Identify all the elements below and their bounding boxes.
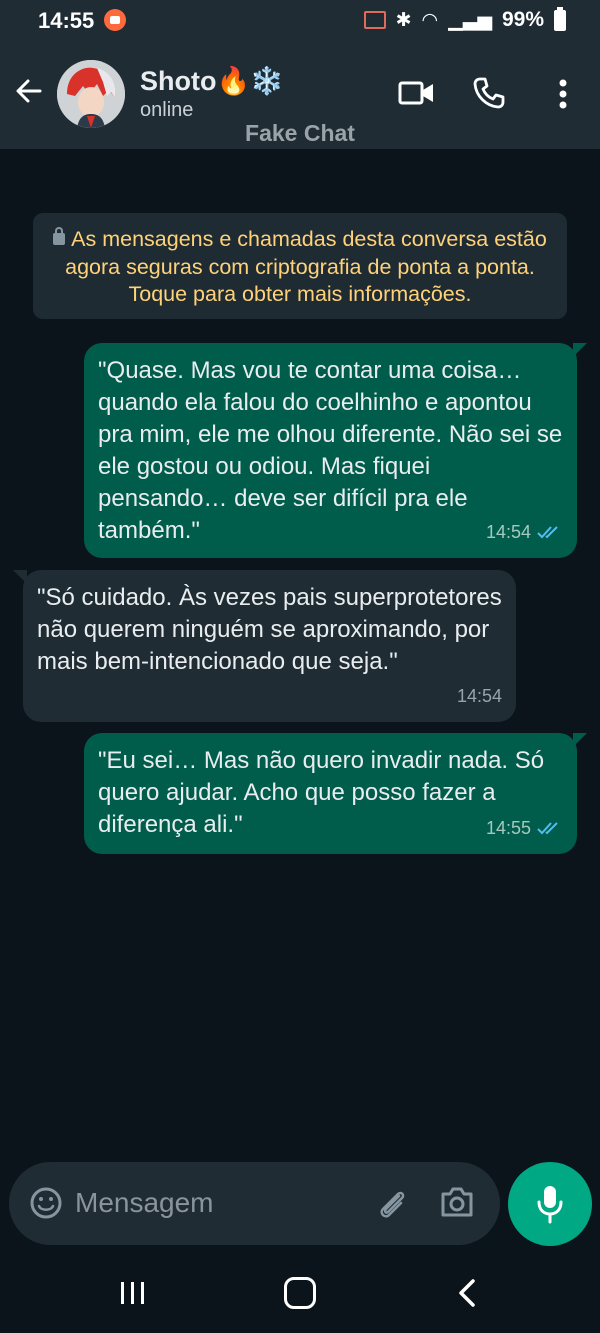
emoji-icon[interactable] xyxy=(29,1186,63,1220)
attach-icon[interactable] xyxy=(375,1186,409,1220)
status-bar: 14:55 ✱ ◠ ▁▃▅ 99% xyxy=(0,0,600,44)
message-meta: 14:54 xyxy=(486,516,563,548)
home-icon[interactable] xyxy=(284,1277,316,1309)
message-bubble-incoming[interactable]: "Só cuidado. Às vezes pais superprotetor… xyxy=(13,570,516,722)
encryption-notice-text: As mensagens e chamadas desta conversa e… xyxy=(65,227,547,306)
message-time: 14:55 xyxy=(485,818,531,838)
more-options-icon[interactable] xyxy=(556,78,570,110)
bluetooth-icon: ✱ xyxy=(395,9,412,31)
message-time: 14:54 xyxy=(456,686,502,706)
cast-icon xyxy=(363,11,386,29)
battery-percent: 99% xyxy=(501,8,544,31)
message-composer xyxy=(9,1162,500,1245)
back-arrow-icon[interactable] xyxy=(14,76,44,106)
wifi-icon: ◠ xyxy=(421,9,439,31)
message-input[interactable] xyxy=(75,1180,355,1226)
double-check-icon xyxy=(537,526,558,539)
bubble-tail xyxy=(573,733,587,747)
encryption-notice[interactable]: As mensagens e chamadas desta conversa e… xyxy=(33,213,567,319)
status-indicators: ✱ ◠ ▁▃▅ 99% xyxy=(363,6,566,32)
screen-record-icon xyxy=(104,9,126,31)
message-time: 14:54 xyxy=(485,522,531,542)
message-bubble-outgoing[interactable]: "Eu sei… Mas não quero invadir nada. Só … xyxy=(84,733,587,854)
video-call-icon[interactable] xyxy=(398,78,436,108)
chat-header: Shoto🔥❄️ online Fake Chat xyxy=(0,44,600,149)
double-check-icon xyxy=(537,822,558,835)
recent-apps-icon[interactable] xyxy=(119,1280,147,1306)
message-bubble-outgoing[interactable]: "Quase. Mas vou te contar uma coisa… qua… xyxy=(84,343,587,558)
voice-message-button[interactable] xyxy=(508,1162,592,1246)
message-text: "Só cuidado. Às vezes pais superprotetor… xyxy=(37,584,502,675)
lock-icon xyxy=(53,227,66,245)
back-icon[interactable] xyxy=(456,1278,478,1308)
system-nav-bar xyxy=(0,1252,600,1333)
contact-name[interactable]: Shoto🔥❄️ xyxy=(140,65,284,97)
phone-call-icon[interactable] xyxy=(472,76,506,110)
status-time: 14:55 xyxy=(38,8,95,33)
mic-icon xyxy=(537,1186,563,1224)
battery-icon xyxy=(554,6,566,31)
chat-area[interactable]: As mensagens e chamadas desta conversa e… xyxy=(0,149,600,1249)
watermark-text: Fake Chat xyxy=(245,120,355,146)
message-meta: 14:54 xyxy=(457,680,502,712)
avatar[interactable] xyxy=(57,60,125,128)
message-meta: 14:55 xyxy=(486,812,563,844)
camera-icon[interactable] xyxy=(439,1186,475,1218)
contact-status: online xyxy=(140,99,194,121)
signal-icon: ▁▃▅ xyxy=(448,9,492,31)
bubble-tail xyxy=(573,343,587,357)
bubble-tail xyxy=(13,570,27,584)
